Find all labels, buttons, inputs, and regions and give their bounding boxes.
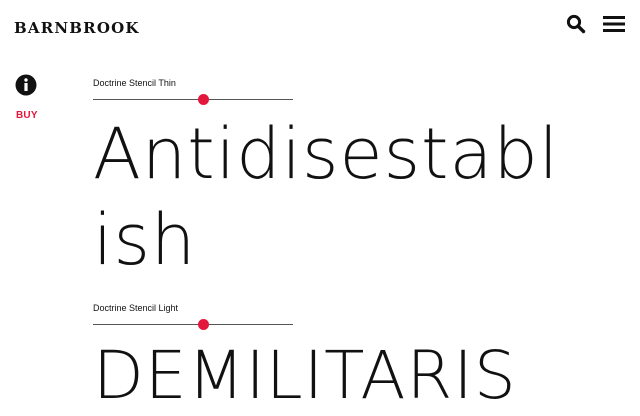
type-sample-text[interactable]: DEMILITARIS bbox=[93, 336, 563, 416]
buy-link[interactable]: BUY bbox=[16, 110, 38, 121]
slider-track bbox=[93, 324, 293, 325]
sidebar bbox=[14, 74, 38, 96]
font-size-slider[interactable] bbox=[93, 318, 293, 330]
brand-logo[interactable]: BARNBROOK bbox=[14, 19, 140, 37]
font-specimen-light: Doctrine Stencil Light DEMILITARIS bbox=[93, 302, 563, 416]
hamburger-menu-icon[interactable] bbox=[602, 12, 626, 36]
font-name-label: Doctrine Stencil Thin bbox=[93, 78, 176, 88]
font-size-slider[interactable] bbox=[93, 93, 293, 105]
font-name-label: Doctrine Stencil Light bbox=[93, 303, 179, 313]
info-icon[interactable] bbox=[15, 74, 37, 96]
slider-handle[interactable] bbox=[198, 94, 209, 105]
type-sample-text[interactable]: Antidisestablish bbox=[93, 111, 563, 283]
slider-handle[interactable] bbox=[198, 319, 209, 330]
slider-track bbox=[93, 99, 293, 100]
header-actions bbox=[564, 12, 626, 36]
search-icon[interactable] bbox=[564, 12, 588, 36]
font-specimen-thin: Doctrine Stencil Thin Antidisestablish bbox=[93, 77, 563, 283]
